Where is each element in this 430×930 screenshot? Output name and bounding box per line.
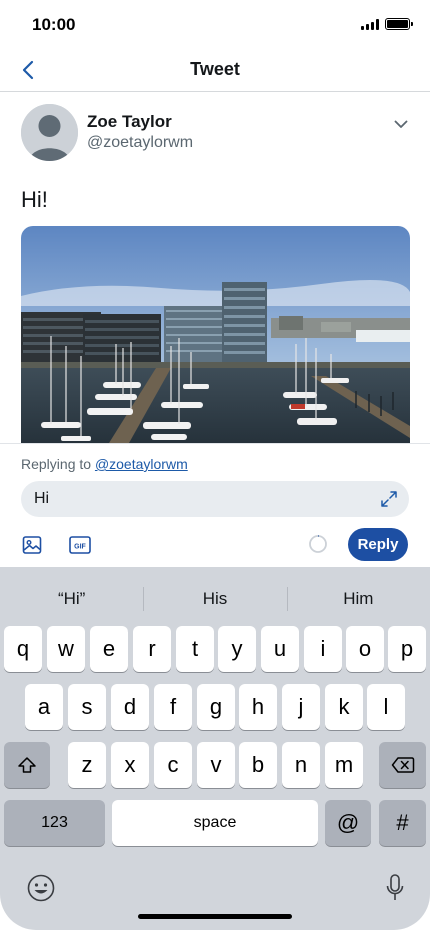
key-o[interactable]: o xyxy=(346,626,384,672)
suggestion-item[interactable]: “Hi” xyxy=(0,581,143,617)
key-h[interactable]: h xyxy=(239,684,277,730)
key-r[interactable]: r xyxy=(133,626,171,672)
status-icons xyxy=(361,18,413,30)
key-f[interactable]: f xyxy=(154,684,192,730)
shift-icon xyxy=(18,757,36,773)
tweet-options-button[interactable] xyxy=(391,116,411,132)
chevron-down-icon xyxy=(394,120,408,128)
key-j[interactable]: j xyxy=(282,684,320,730)
key-t[interactable]: t xyxy=(176,626,214,672)
suggestion-item[interactable]: His xyxy=(143,581,286,617)
key-z[interactable]: z xyxy=(68,742,106,788)
key-a[interactable]: a xyxy=(25,684,63,730)
key-v[interactable]: v xyxy=(197,742,235,788)
microphone-icon[interactable] xyxy=(385,873,405,903)
emoji-icon[interactable] xyxy=(26,873,56,903)
reply-button[interactable]: Reply xyxy=(348,528,408,561)
reply-input-value: Hi xyxy=(34,490,50,507)
gif-label: GIF xyxy=(74,544,86,551)
key-s[interactable]: s xyxy=(68,684,106,730)
tweet-header: Zoe Taylor @zoetaylorwm xyxy=(21,104,411,162)
at-key[interactable]: @ xyxy=(325,800,371,846)
key-n[interactable]: n xyxy=(282,742,320,788)
key-l[interactable]: l xyxy=(367,684,405,730)
gif-button[interactable]: GIF xyxy=(68,534,92,556)
reply-composer: Replying to @zoetaylorwm Hi GIF Reply xyxy=(0,443,430,567)
expand-icon[interactable] xyxy=(380,490,398,508)
replying-to-label: Replying to xyxy=(21,456,95,472)
suggestion-bar: “Hi” His Him xyxy=(0,581,430,617)
status-bar: 10:00 xyxy=(0,0,430,48)
author-handle[interactable]: @zoetaylorwm xyxy=(87,134,193,152)
signal-icon xyxy=(361,18,379,30)
key-i[interactable]: i xyxy=(304,626,342,672)
character-count-ring xyxy=(309,535,327,553)
home-indicator xyxy=(138,914,292,919)
suggestion-item[interactable]: Him xyxy=(286,581,430,617)
author-display-name[interactable]: Zoe Taylor xyxy=(87,112,172,132)
shift-key[interactable] xyxy=(4,742,50,788)
replying-to-handle-link[interactable]: @zoetaylorwm xyxy=(95,456,188,472)
hash-key[interactable]: # xyxy=(379,800,426,846)
numbers-key[interactable]: 123 xyxy=(4,800,105,846)
reply-input[interactable]: Hi xyxy=(21,481,409,517)
delete-key[interactable] xyxy=(379,742,426,788)
page-title: Tweet xyxy=(190,59,240,79)
key-e[interactable]: e xyxy=(90,626,128,672)
key-x[interactable]: x xyxy=(111,742,149,788)
space-key[interactable]: space xyxy=(112,800,318,846)
nav-bar: Tweet xyxy=(0,48,430,92)
key-c[interactable]: c xyxy=(154,742,192,788)
battery-icon xyxy=(385,18,413,30)
image-icon[interactable] xyxy=(21,534,43,556)
status-time: 10:00 xyxy=(32,15,76,34)
avatar[interactable] xyxy=(21,104,78,161)
key-m[interactable]: m xyxy=(325,742,363,788)
default-avatar-icon xyxy=(21,104,78,161)
key-g[interactable]: g xyxy=(197,684,235,730)
tweet-text: Hi! xyxy=(21,187,48,212)
backspace-icon xyxy=(391,757,414,773)
key-y[interactable]: y xyxy=(218,626,256,672)
tweet-image[interactable] xyxy=(21,226,410,443)
key-q[interactable]: q xyxy=(4,626,42,672)
keyboard: “Hi” His Him q w e r t y u i o p a s d f… xyxy=(0,567,430,930)
key-w[interactable]: w xyxy=(47,626,85,672)
replying-to-line: Replying to @zoetaylorwm xyxy=(21,456,188,472)
harbor-photo xyxy=(21,226,410,443)
key-d[interactable]: d xyxy=(111,684,149,730)
gif-icon: GIF xyxy=(69,536,91,554)
key-b[interactable]: b xyxy=(239,742,277,788)
key-p[interactable]: p xyxy=(388,626,426,672)
key-u[interactable]: u xyxy=(261,626,299,672)
key-k[interactable]: k xyxy=(325,684,363,730)
